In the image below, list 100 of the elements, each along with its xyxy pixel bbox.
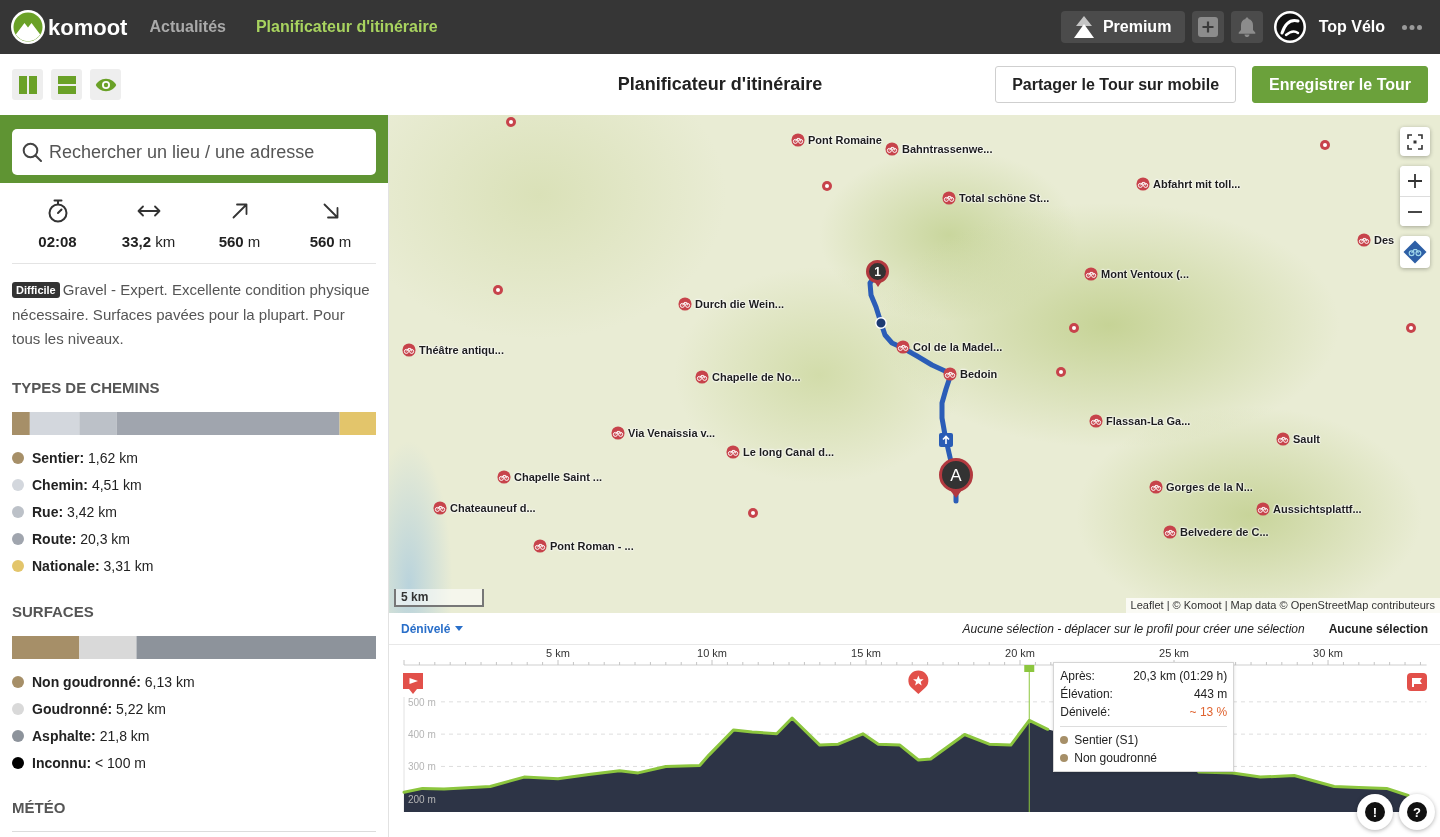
bike-marker-icon[interactable] xyxy=(1136,177,1150,191)
poi-marker-icon[interactable] xyxy=(1056,367,1066,377)
double-arrow-icon xyxy=(136,204,161,218)
bike-marker-icon[interactable] xyxy=(1357,233,1371,247)
bike-marker-icon[interactable] xyxy=(943,367,957,381)
highlight-label: Durch die Wein... xyxy=(695,296,785,312)
bike-marker-icon[interactable] xyxy=(791,133,805,147)
triangles-icon xyxy=(1073,16,1094,38)
notifications-button[interactable] xyxy=(1230,11,1263,43)
bike-marker-icon[interactable] xyxy=(726,445,740,459)
bike-marker-icon[interactable] xyxy=(1163,525,1177,539)
bike-marker-icon[interactable] xyxy=(533,539,547,553)
stat-value: 560 m xyxy=(218,232,261,252)
poi-marker-icon[interactable] xyxy=(493,285,503,295)
zoom-in-button[interactable] xyxy=(1400,166,1430,196)
highlight-label: Bedoin xyxy=(960,366,998,382)
arrow-up-right-icon xyxy=(231,203,248,219)
start-marker-icon[interactable] xyxy=(403,673,423,694)
highlight-label: Aussichtsplattf... xyxy=(1273,501,1362,517)
bike-marker-icon[interactable] xyxy=(885,142,899,156)
y-tick-label: 200 m xyxy=(408,793,436,805)
help-button[interactable]: ? xyxy=(1399,794,1435,830)
bike-marker-icon[interactable] xyxy=(1276,432,1290,446)
poi-marker-icon[interactable] xyxy=(1320,140,1330,150)
section-heading: SURFACES xyxy=(12,601,94,622)
minus-icon xyxy=(1408,210,1422,213)
legend-label: Nationale: 3,31 km xyxy=(32,556,154,576)
legend-label: Chemin: 4,51 km xyxy=(32,475,142,495)
stat-value: 33,2 km xyxy=(121,232,176,252)
highlight-label: Sault xyxy=(1293,431,1320,447)
selection-cursor[interactable] xyxy=(1024,665,1035,813)
report-button[interactable]: ! xyxy=(1357,794,1393,830)
bike-marker-icon[interactable] xyxy=(942,191,956,205)
tooltip-label: Élévation: xyxy=(1060,685,1113,703)
y-tick-label: 500 m xyxy=(408,696,436,708)
poi-marker-icon[interactable] xyxy=(822,181,832,191)
legend-label: Goudronné: 5,22 km xyxy=(32,699,166,719)
section-heading: TYPES DE CHEMINS xyxy=(12,377,160,398)
arrow-down-right-icon xyxy=(322,203,339,219)
legend-label: Non goudronné: 6,13 km xyxy=(32,672,195,692)
poi-marker-icon[interactable] xyxy=(506,117,516,127)
route-point-icon[interactable] xyxy=(875,317,887,329)
bike-marker-icon[interactable] xyxy=(695,370,709,384)
tooltip-legend-label: Sentier (S1) xyxy=(1074,732,1139,749)
bike-marker-icon[interactable] xyxy=(1089,414,1103,428)
map-attribution: Leaflet | © Komoot | Map data © OpenStreetMap contributeurs xyxy=(1125,598,1440,613)
selection-hint: Aucune sélection - déplacer sur le profil pour créer une sélection xyxy=(962,620,1305,638)
visibility-button[interactable] xyxy=(90,69,121,100)
tooltip-value: ~ 13 % xyxy=(1189,704,1228,721)
legend-label: Inconnu: < 100 m xyxy=(32,753,146,773)
column-layout-button[interactable] xyxy=(12,69,43,100)
create-button[interactable] xyxy=(1191,11,1224,43)
difficulty-description: Difficile Gravel - Expert. Excellente condition physique nécessaire. Surfaces pavées pour la plupart. Pour tous les niveaux. xyxy=(12,280,371,349)
bike-diamond-icon xyxy=(1403,240,1427,264)
plus-icon xyxy=(1408,174,1422,188)
star-marker-icon[interactable] xyxy=(908,670,929,694)
poi-marker-icon[interactable] xyxy=(1069,323,1079,333)
y-tick-label: 300 m xyxy=(408,761,436,773)
bike-marker-icon[interactable] xyxy=(402,343,416,357)
fullscreen-button[interactable] xyxy=(1400,127,1430,156)
search-field[interactable]: Rechercher un lieu / une adresse xyxy=(12,129,376,175)
search-icon xyxy=(22,142,42,162)
bike-marker-icon[interactable] xyxy=(497,470,511,484)
highlight-label: Théâtre antiqu... xyxy=(419,342,504,358)
zoom-out-button[interactable] xyxy=(1400,196,1430,226)
x-tick-label: 15 km xyxy=(851,647,881,659)
avatar-icon[interactable] xyxy=(1273,11,1306,43)
bike-marker-icon[interactable] xyxy=(1084,267,1098,281)
nav-link[interactable]: Planificateur d'itinéraire xyxy=(255,15,438,39)
bike-marker-icon[interactable] xyxy=(1256,502,1270,516)
bike-layer-button[interactable] xyxy=(1400,236,1430,268)
bike-marker-icon[interactable] xyxy=(1149,480,1163,494)
rows-icon xyxy=(57,75,76,94)
premium-button[interactable]: Premium xyxy=(1060,11,1185,43)
x-tick-label: 25 km xyxy=(1159,647,1189,659)
poi-marker-icon[interactable] xyxy=(1406,323,1416,333)
columns-icon xyxy=(18,75,37,94)
bike-marker-icon[interactable] xyxy=(896,340,910,354)
profile-type-dropdown[interactable]: Dénivelé xyxy=(401,619,464,638)
bell-icon xyxy=(1237,17,1256,37)
highlight-label: Flassan-La Ga... xyxy=(1106,413,1191,429)
share-button[interactable]: Partager le Tour sur mobile xyxy=(995,66,1237,103)
legend-label: Asphalte: 21,8 km xyxy=(32,726,150,746)
highlight-label: Gorges de la N... xyxy=(1166,479,1253,495)
highlight-label: Abfahrt mit toll... xyxy=(1153,176,1241,192)
highlight-label: Belvedere de C... xyxy=(1180,524,1269,540)
bike-marker-icon[interactable] xyxy=(611,426,625,440)
finish-marker-icon[interactable] xyxy=(1407,673,1427,691)
user-name[interactable]: Top Vélo xyxy=(1318,15,1385,39)
row-layout-button[interactable] xyxy=(51,69,82,100)
bike-marker-icon[interactable] xyxy=(678,297,692,311)
logo-icon[interactable] xyxy=(11,10,45,44)
poi-marker-icon[interactable] xyxy=(748,508,758,518)
highlight-label: Le long Canal d... xyxy=(743,444,835,460)
tooltip-label: Après: xyxy=(1060,668,1095,685)
more-icon[interactable] xyxy=(1402,24,1422,30)
selection-status: Aucune sélection xyxy=(1328,620,1428,638)
bike-marker-icon[interactable] xyxy=(433,501,447,515)
nav-link[interactable]: Actualités xyxy=(149,15,226,39)
stat-value: 560 m xyxy=(309,232,352,252)
